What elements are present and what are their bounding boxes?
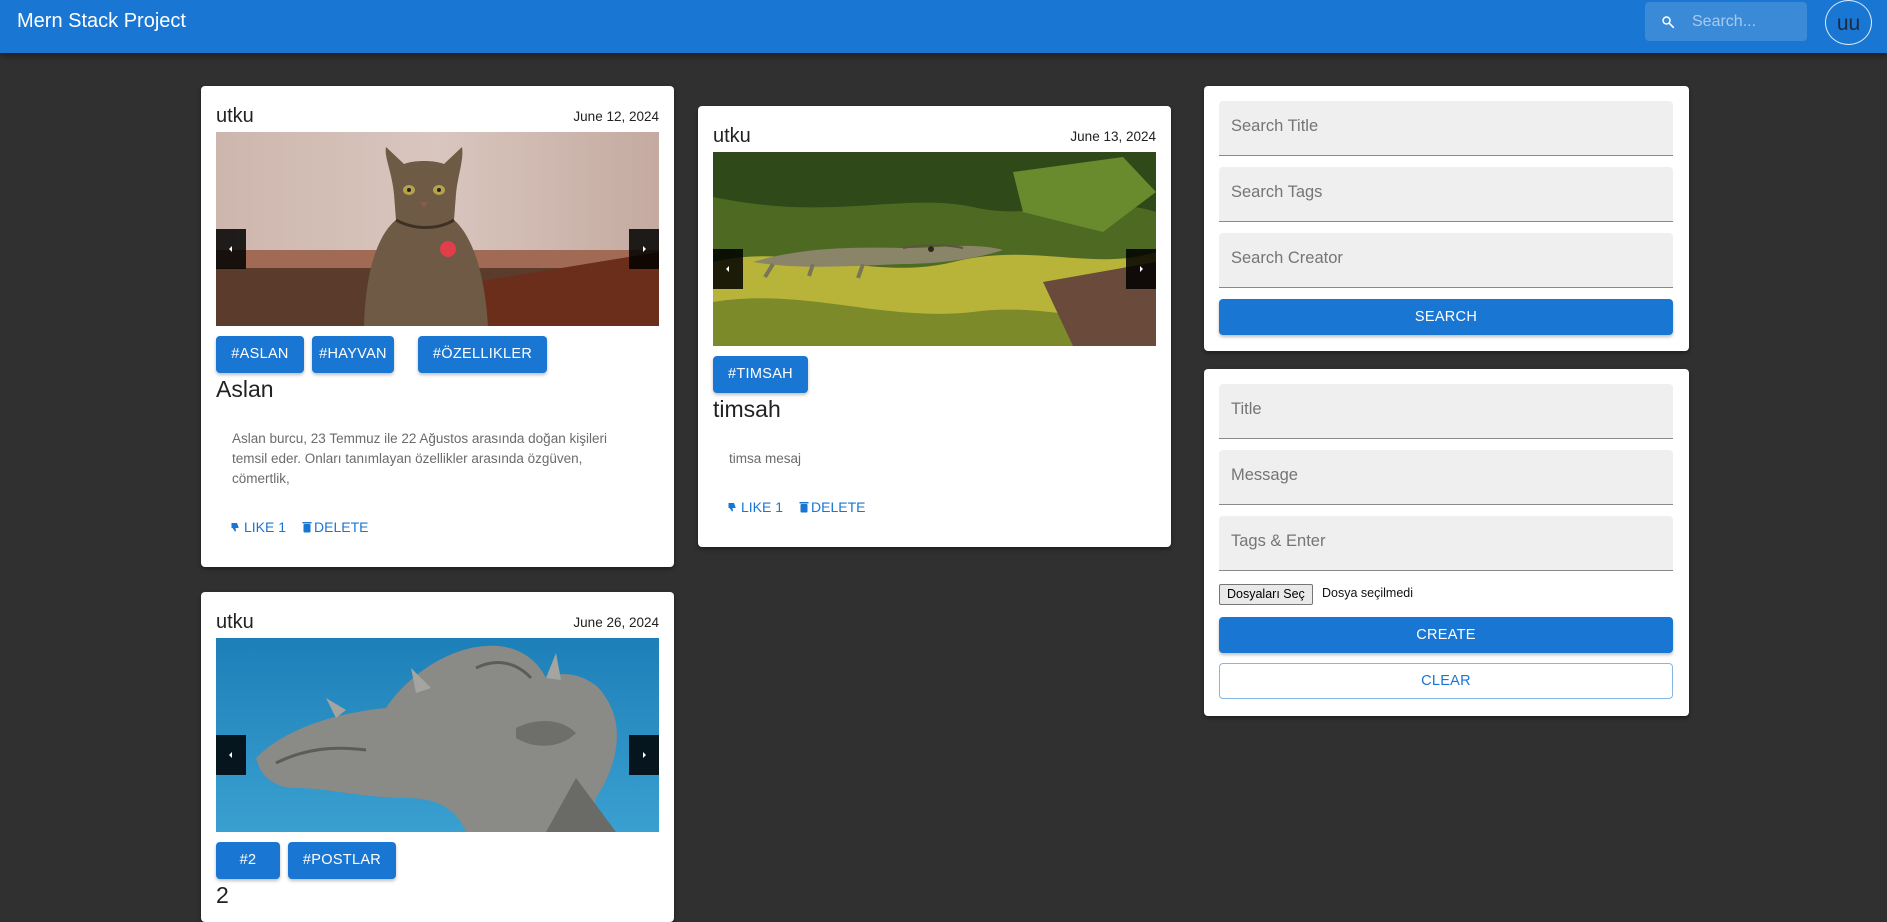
post-author: utku	[216, 105, 254, 127]
carousel-next-button[interactable]	[629, 735, 659, 775]
trash-icon	[302, 522, 312, 533]
post-title: Aslan	[216, 376, 274, 402]
like-button[interactable]: LIKE 1	[727, 499, 783, 515]
search-creator-placeholder: Search Creator	[1231, 249, 1343, 267]
chevron-left-icon	[229, 246, 232, 252]
carousel-prev-button[interactable]	[713, 249, 743, 289]
post-author: utku	[216, 611, 254, 633]
post-card: utku June 13, 2024 #TIMSAH timsah timsa …	[698, 106, 1171, 547]
post-message: Aslan burcu, 23 Temmuz ile 22 Ağustos ar…	[232, 431, 607, 486]
tag-button[interactable]: #ASLAN	[216, 336, 304, 373]
search-icon	[1662, 16, 1675, 29]
file-chooser-button[interactable]: Dosyaları Seç	[1219, 584, 1313, 605]
chevron-left-icon	[726, 266, 729, 272]
file-status: Dosya seçilmedi	[1322, 586, 1414, 600]
search-button[interactable]: SEARCH	[1219, 299, 1673, 335]
search-tags-input[interactable]: Search Tags	[1219, 167, 1673, 222]
post-author: utku	[713, 125, 751, 147]
chevron-left-icon	[229, 752, 232, 758]
like-label: LIKE 1	[741, 499, 784, 515]
search-title-placeholder: Search Title	[1231, 117, 1319, 135]
like-label: LIKE 1	[244, 519, 287, 535]
clear-button[interactable]: CLEAR	[1219, 663, 1673, 699]
post-message: timsa mesaj	[729, 451, 802, 466]
search-form-panel: Search Title Search Tags Search Creator …	[1204, 86, 1689, 351]
post-image-dragon-statue	[216, 638, 659, 832]
create-post-panel: Title Message Tags & Enter Dosyaları Seç…	[1204, 369, 1689, 716]
post-image-cat	[216, 132, 659, 326]
carousel-next-button[interactable]	[1126, 249, 1156, 289]
delete-button[interactable]: DELETE	[799, 499, 865, 515]
carousel-next-button[interactable]	[629, 229, 659, 269]
post-date: June 26, 2024	[573, 615, 659, 630]
search-input[interactable]: Search...	[1645, 2, 1807, 41]
tags-input[interactable]: Tags & Enter	[1219, 516, 1673, 571]
like-button[interactable]: LIKE 1	[230, 519, 286, 535]
chevron-right-icon	[1140, 266, 1143, 272]
message-placeholder: Message	[1231, 466, 1298, 484]
post-date: June 12, 2024	[573, 109, 659, 124]
tags-placeholder: Tags & Enter	[1231, 532, 1326, 550]
title-placeholder: Title	[1231, 400, 1262, 418]
tag-button[interactable]: #2	[216, 842, 280, 879]
post-image-crocodile	[713, 152, 1156, 346]
thumb-icon	[728, 503, 736, 512]
delete-button[interactable]: DELETE	[302, 519, 368, 535]
search-tags-placeholder: Search Tags	[1231, 183, 1323, 201]
post-title: timsah	[713, 396, 781, 422]
carousel-prev-button[interactable]	[216, 735, 246, 775]
search-placeholder: Search...	[1692, 13, 1757, 30]
app-bar: Mern Stack Project Search... uu	[0, 0, 1887, 53]
thumb-icon	[231, 523, 239, 532]
avatar[interactable]: uu	[1825, 0, 1872, 45]
create-button[interactable]: CREATE	[1219, 617, 1673, 653]
tag-button[interactable]: #HAYVAN	[312, 336, 394, 373]
tag-button[interactable]: #ÖZELLIKLER	[418, 336, 547, 373]
post-title: 2	[216, 882, 229, 908]
chevron-right-icon	[643, 752, 646, 758]
delete-label: DELETE	[811, 499, 866, 515]
post-card: utku June 26, 2024 #2 #POSTLAR 2	[201, 592, 674, 922]
chevron-right-icon	[643, 246, 646, 252]
carousel-prev-button[interactable]	[216, 229, 246, 269]
message-input[interactable]: Message	[1219, 450, 1673, 505]
tag-button[interactable]: #POSTLAR	[288, 842, 396, 879]
app-title[interactable]: Mern Stack Project	[17, 10, 186, 32]
search-title-input[interactable]: Search Title	[1219, 101, 1673, 156]
search-creator-input[interactable]: Search Creator	[1219, 233, 1673, 288]
tag-button[interactable]: #TIMSAH	[713, 356, 808, 393]
trash-icon	[799, 502, 809, 513]
post-card: utku June 12, 2024 #ASLAN #HAYVAN #ÖZELL…	[201, 86, 674, 567]
post-date: June 13, 2024	[1070, 129, 1156, 144]
delete-label: DELETE	[314, 519, 369, 535]
title-input[interactable]: Title	[1219, 384, 1673, 439]
